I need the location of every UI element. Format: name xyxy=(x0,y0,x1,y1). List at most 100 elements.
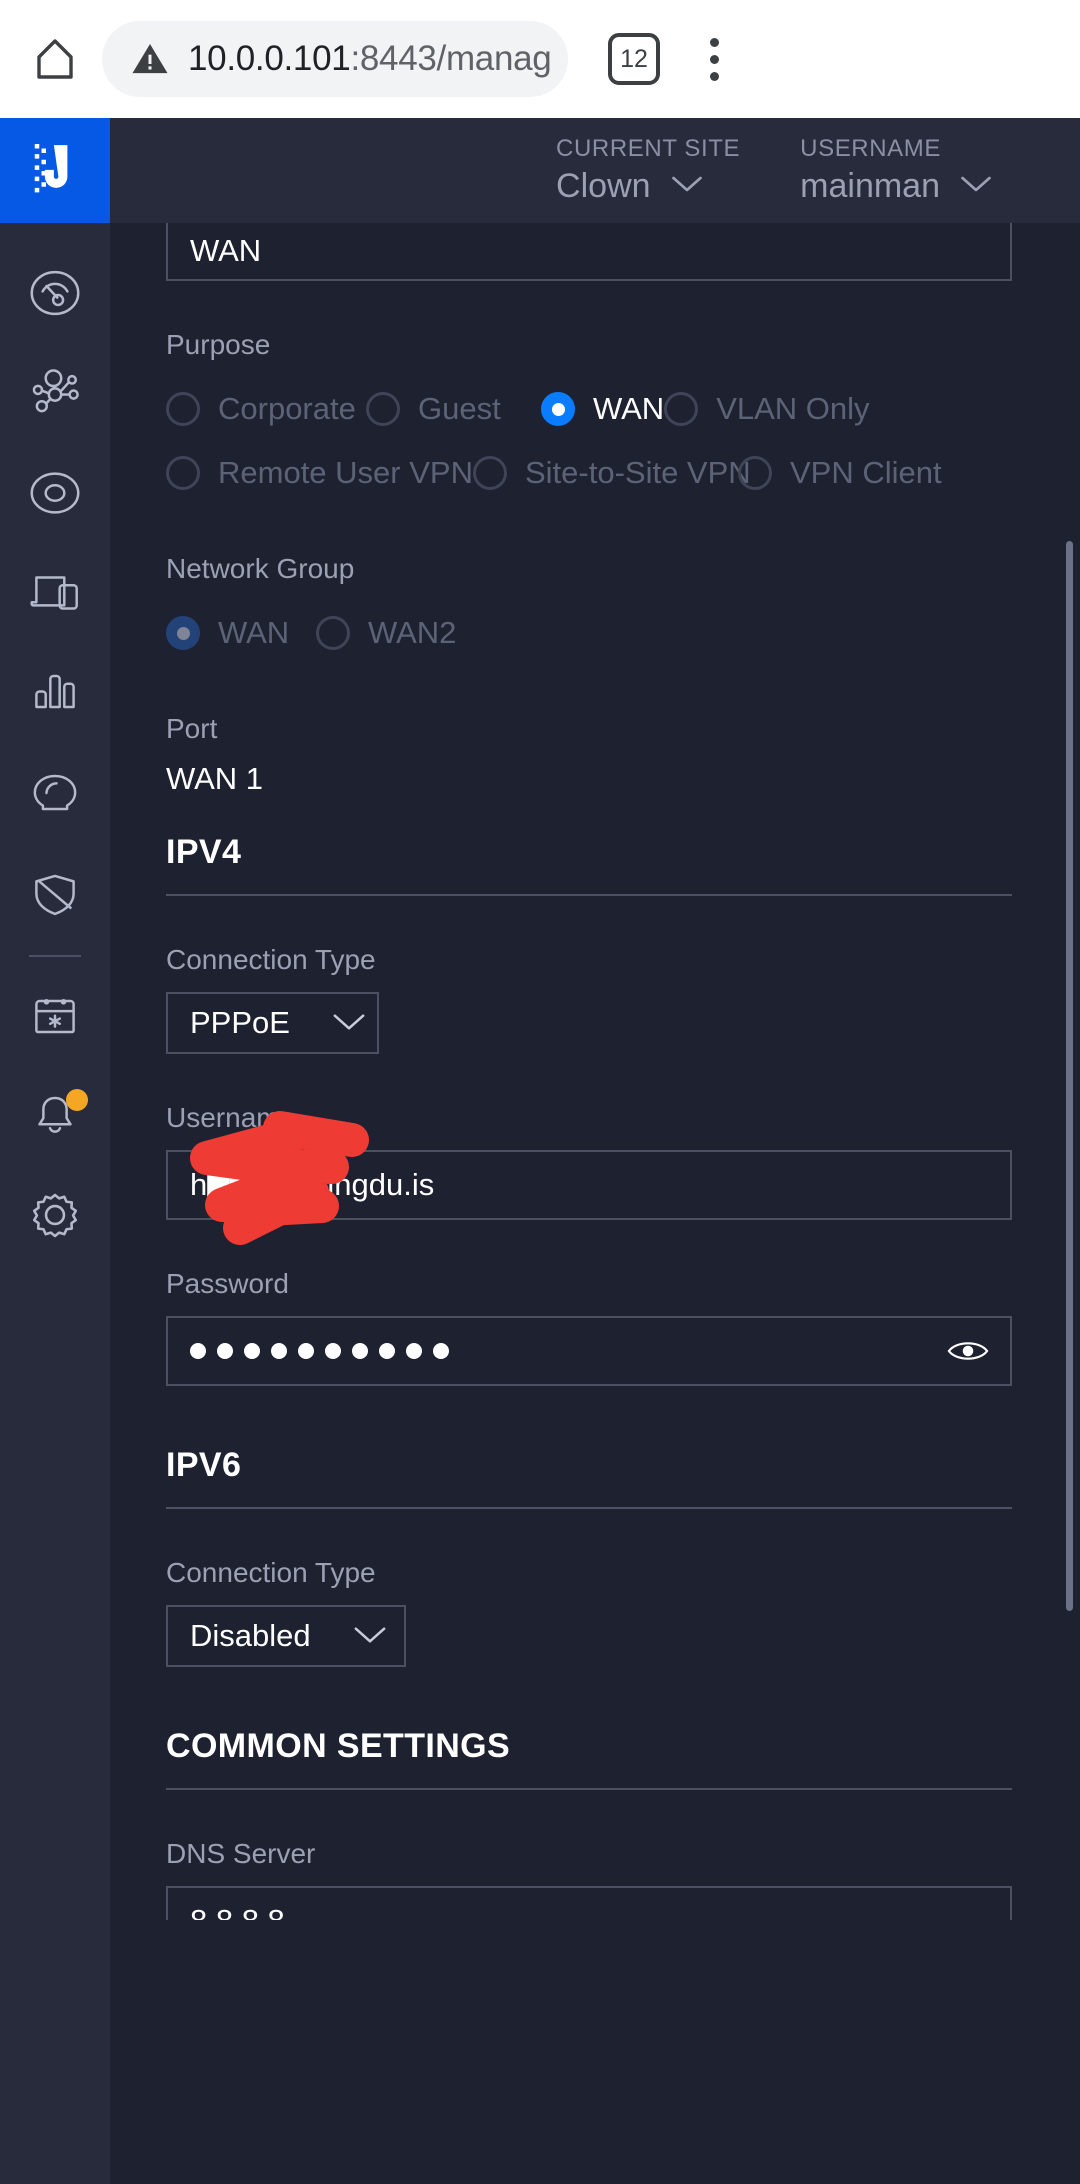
ipv6-section-heading: IPV6 xyxy=(166,1446,242,1484)
radio-icon xyxy=(472,456,507,490)
network-group-radio-group: WAN WAN2 xyxy=(166,601,1012,665)
speech-bubble-icon xyxy=(24,762,86,829)
radio-icon xyxy=(664,392,699,426)
purpose-option-label: VPN Client xyxy=(789,455,942,490)
username-value: mainman xyxy=(800,167,940,205)
sidebar-item-devices[interactable] xyxy=(0,445,110,545)
ipv4-connection-type-value: PPPoE xyxy=(190,1005,290,1040)
radio-icon xyxy=(366,392,400,426)
network-name-input[interactable]: WAN xyxy=(166,223,1012,281)
bar-chart-icon xyxy=(24,662,86,729)
chevron-down-icon xyxy=(669,173,705,200)
sidebar-divider xyxy=(29,955,81,957)
purpose-label: Purpose xyxy=(166,329,271,360)
network-name-field-clipped: WAN xyxy=(166,223,1012,281)
ipv4-section-heading: IPV4 xyxy=(166,833,242,871)
sidebar-nav xyxy=(0,223,110,1267)
purpose-option-corporate[interactable]: Corporate xyxy=(166,377,366,441)
sidebar-item-alerts[interactable] xyxy=(0,1067,110,1167)
sidebar-item-statistics[interactable] xyxy=(0,645,110,745)
ipv6-connection-type-label: Connection Type xyxy=(166,1557,376,1588)
ubiquiti-logo[interactable] xyxy=(0,118,110,223)
address-bar-text: 10.0.0.101:8443/manag xyxy=(188,39,552,78)
tab-count: 12 xyxy=(620,44,648,73)
main-area: CURRENT SITE Clown USERNAME mainman WAN … xyxy=(110,118,1080,2184)
sidebar xyxy=(0,118,110,2184)
current-site-label: CURRENT SITE xyxy=(556,135,741,162)
alerts-badge xyxy=(66,1089,88,1111)
ipv6-connection-type-value: Disabled xyxy=(190,1618,311,1653)
calendar-star-icon xyxy=(24,984,86,1051)
sidebar-item-events[interactable] xyxy=(0,967,110,1067)
port-value: WAN 1 xyxy=(166,761,264,796)
purpose-option-label: WAN xyxy=(593,391,665,426)
current-site-selector[interactable]: CURRENT SITE Clown xyxy=(556,135,740,206)
radio-icon xyxy=(541,392,575,426)
eye-icon[interactable] xyxy=(946,1336,990,1366)
laptop-phone-icon xyxy=(24,562,86,629)
gauge-icon xyxy=(24,262,86,329)
sidebar-item-topology[interactable] xyxy=(0,345,110,445)
purpose-option-vpn-client[interactable]: VPN Client xyxy=(737,441,942,505)
network-settings-form: WAN Purpose Corporate Guest WAN VLAN Onl… xyxy=(110,223,1080,1920)
username-selector[interactable]: USERNAME mainman xyxy=(800,135,994,206)
ipv4-password-field xyxy=(166,1316,1012,1386)
purpose-option-remote-user-vpn[interactable]: Remote User VPN xyxy=(166,441,473,505)
common-settings-heading: COMMON SETTINGS xyxy=(166,1727,511,1765)
radio-icon xyxy=(166,456,200,490)
current-site-value: Clown xyxy=(556,167,651,205)
topbar: CURRENT SITE Clown USERNAME mainman xyxy=(110,118,1080,223)
ipv4-username-label: Username xyxy=(166,1102,296,1133)
username-label: USERNAME xyxy=(800,135,941,162)
settings-scroll-area[interactable]: WAN Purpose Corporate Guest WAN VLAN Onl… xyxy=(110,223,1080,2184)
radio-icon xyxy=(166,616,200,650)
purpose-option-wan[interactable]: WAN xyxy=(541,377,664,441)
network-group-option-wan2[interactable]: WAN2 xyxy=(316,601,456,665)
sidebar-item-insights[interactable] xyxy=(0,745,110,845)
ipv4-password-label: Password xyxy=(166,1268,289,1299)
sidebar-item-threat-management[interactable] xyxy=(0,845,110,945)
radio-icon xyxy=(737,456,772,490)
chevron-down-icon xyxy=(351,1618,389,1654)
overflow-menu-icon[interactable] xyxy=(688,27,740,91)
shield-icon xyxy=(24,862,86,929)
purpose-radio-group: Corporate Guest WAN VLAN Only Remote Use… xyxy=(166,377,1012,505)
purpose-option-vlan-only[interactable]: VLAN Only xyxy=(664,377,870,441)
browser-toolbar: 10.0.0.101:8443/manag 12 xyxy=(0,0,1080,118)
network-group-option-wan[interactable]: WAN xyxy=(166,601,316,665)
sidebar-item-dashboard[interactable] xyxy=(0,245,110,345)
purpose-option-guest[interactable]: Guest xyxy=(366,377,541,441)
network-group-label: Network Group xyxy=(166,553,355,584)
network-topology-icon xyxy=(24,362,86,429)
dns-server-input[interactable]: 8.8.8.8 xyxy=(166,1886,1012,1920)
purpose-option-label: Remote User VPN xyxy=(218,455,473,490)
chevron-down-icon xyxy=(330,1005,368,1041)
ipv4-password-input[interactable] xyxy=(166,1316,1012,1386)
purpose-option-site-to-site-vpn[interactable]: Site-to-Site VPN xyxy=(472,441,751,505)
ipv4-connection-type-select[interactable]: PPPoE xyxy=(166,992,379,1054)
sidebar-item-clients[interactable] xyxy=(0,545,110,645)
radio-icon xyxy=(166,392,200,426)
radio-icon xyxy=(316,616,350,650)
ipv6-connection-type-select[interactable]: Disabled xyxy=(166,1605,406,1667)
sidebar-item-settings[interactable] xyxy=(0,1167,110,1267)
network-group-option-label: WAN2 xyxy=(368,615,457,650)
dns-server-label: DNS Server xyxy=(166,1838,316,1869)
purpose-option-label: Corporate xyxy=(218,391,356,426)
ipv4-username-input[interactable]: h█████ringdu.is xyxy=(166,1150,1012,1220)
ipv4-username-field: h█████ringdu.is xyxy=(166,1111,1012,1245)
chevron-down-icon xyxy=(958,173,994,200)
not-secure-warning-icon xyxy=(130,39,170,79)
purpose-option-label: Guest xyxy=(418,391,501,426)
purpose-option-label: Site-to-Site VPN xyxy=(524,455,751,490)
home-icon[interactable] xyxy=(26,30,84,88)
vertical-scrollbar[interactable] xyxy=(1066,541,1073,1611)
ipv4-connection-type-label: Connection Type xyxy=(166,944,376,975)
gear-icon xyxy=(23,1183,87,1252)
address-bar[interactable]: 10.0.0.101:8443/manag xyxy=(102,21,568,97)
purpose-option-label: VLAN Only xyxy=(716,391,870,426)
unifi-app: CURRENT SITE Clown USERNAME mainman WAN … xyxy=(0,118,1080,2184)
network-group-option-label: WAN xyxy=(218,615,290,650)
access-point-icon xyxy=(24,462,86,529)
tab-switcher-button[interactable]: 12 xyxy=(608,33,660,85)
